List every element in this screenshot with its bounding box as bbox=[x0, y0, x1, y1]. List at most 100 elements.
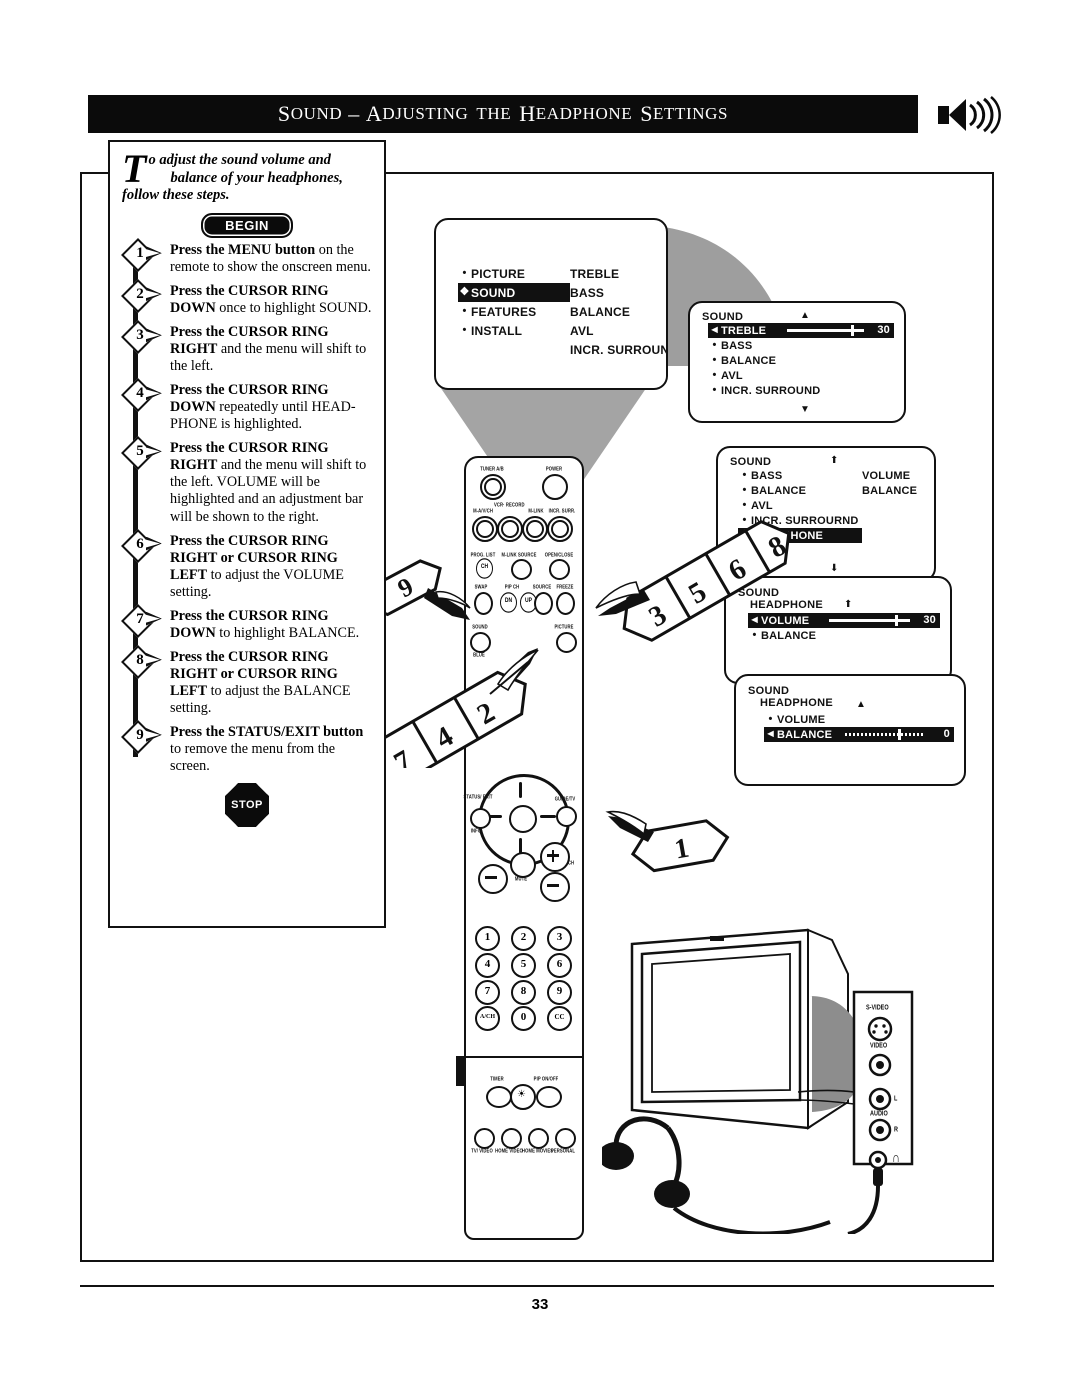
screen2-scroll-down-icon: ▼ bbox=[800, 404, 810, 415]
source-button[interactable] bbox=[534, 592, 553, 615]
label-mute: MUTE bbox=[514, 875, 528, 882]
step-number-badge-7: 7 bbox=[118, 603, 164, 638]
mode-button-1[interactable] bbox=[501, 1128, 522, 1149]
bar-knob[interactable] bbox=[850, 325, 854, 336]
illustration-area: • PICTURE ❖ SOUND • FEATURES • INSTALL TREBLE BA… bbox=[365, 176, 992, 1256]
pip-on-off-button[interactable] bbox=[536, 1086, 562, 1108]
menu-item-bass[interactable]: • BASS bbox=[708, 338, 894, 353]
intro-line-2: balance of your headphones, bbox=[170, 169, 343, 186]
submenu-label-treble: TREBLE bbox=[570, 266, 620, 281]
step-number-badge-9: 9 bbox=[118, 719, 164, 754]
screen3-scroll-up-icon: ⬆ bbox=[830, 455, 839, 466]
key-4[interactable]: 4 bbox=[475, 953, 500, 978]
key-6[interactable]: 6 bbox=[547, 953, 572, 978]
volume-down-button[interactable] bbox=[478, 864, 508, 894]
headphone-jack-icon: ∩ bbox=[892, 1150, 900, 1166]
cursor-ring-right[interactable] bbox=[540, 815, 556, 818]
title-word-adjusting: A bbox=[365, 101, 383, 126]
menu-item-volume[interactable]: • VOLUME bbox=[764, 712, 954, 727]
mute-button[interactable] bbox=[510, 852, 536, 878]
key-5[interactable]: 5 bbox=[511, 953, 536, 978]
adjustment-bar[interactable]: 30 bbox=[787, 324, 890, 336]
mode-button-label-3: PERSONAL bbox=[550, 1147, 576, 1154]
key-2[interactable]: 2 bbox=[511, 926, 536, 951]
mode-button-0[interactable] bbox=[474, 1128, 495, 1149]
begin-badge: BEGIN bbox=[201, 213, 293, 239]
step-8: 8 Press the CURSOR RING RIGHT or CURSOR R… bbox=[118, 644, 374, 717]
key-9[interactable]: 9 bbox=[547, 980, 572, 1005]
menu-item-sound[interactable]: ❖ SOUND bbox=[458, 283, 570, 302]
menu-item-balance[interactable]: ◄ BALANCE 0 bbox=[764, 727, 954, 742]
guide-tv-button[interactable] bbox=[556, 806, 577, 827]
tuner-ab-inner bbox=[484, 478, 502, 496]
channel-up-button[interactable] bbox=[540, 842, 570, 872]
menu-item-picture[interactable]: • PICTURE bbox=[458, 264, 570, 283]
label-audio-r: R bbox=[894, 1126, 898, 1134]
key-0[interactable]: 0 bbox=[511, 1006, 536, 1031]
mode-button-3[interactable] bbox=[555, 1128, 576, 1149]
a-ch-button[interactable]: A/CH bbox=[475, 1006, 500, 1031]
main-menu-left-column: • PICTURE ❖ SOUND • FEATURES • INSTALL bbox=[458, 264, 570, 359]
step-6: 6 Press the CURSOR RING RIGHT or CURSOR R… bbox=[118, 528, 374, 601]
page-number: 33 bbox=[531, 1296, 549, 1313]
step-1: 1 Press the MENU button on the remote to … bbox=[118, 238, 374, 276]
key-8[interactable]: 8 bbox=[511, 980, 536, 1005]
menu-button[interactable] bbox=[456, 1056, 465, 1086]
step-2: 2 Press the CURSOR RING DOWN once to high… bbox=[118, 279, 374, 317]
menu-item-label: SOUND bbox=[471, 285, 516, 300]
label-power: POWER bbox=[545, 465, 563, 472]
label-guide-tv: GUIDE/TV bbox=[554, 795, 576, 802]
screen2-header: SOUND bbox=[702, 311, 744, 323]
menu-item-install[interactable]: • INSTALL bbox=[458, 321, 570, 340]
step-text-2: Press the CURSOR RING DOWN once to highl… bbox=[170, 283, 372, 317]
step-number-badge-1: 1 bbox=[118, 238, 164, 273]
menu-item-treble[interactable]: ◄ TREBLE 30 bbox=[708, 323, 894, 338]
instructions-panel: T o adjust the sound volume and balance … bbox=[108, 140, 386, 928]
cursor-ring-up[interactable] bbox=[519, 782, 522, 798]
adjustment-bar[interactable]: 30 bbox=[829, 614, 936, 626]
status-exit-button[interactable] bbox=[470, 808, 491, 829]
menu-item-features[interactable]: • FEATURES bbox=[458, 302, 570, 321]
step-number-badge-5: 5 bbox=[118, 436, 164, 471]
intro-line-3: follow these steps. bbox=[122, 187, 230, 204]
key-1[interactable]: 1 bbox=[475, 926, 500, 951]
speaker-sound-icon bbox=[938, 96, 1001, 134]
step-text-9: Press the STATUS/EXIT button to remove t… bbox=[170, 723, 364, 774]
label-tuner-ab: TUNER A/B bbox=[480, 465, 504, 472]
cursor-ring-center-ok[interactable] bbox=[509, 805, 537, 833]
tv-screen-sound-menu: SOUND ▲ ◄ TREBLE 30 • BASS • BALANCE • AVL • INCR.… bbox=[688, 301, 906, 423]
adjustment-bar[interactable]: 0 bbox=[845, 728, 950, 740]
menu-item-balance[interactable]: • BALANCE bbox=[738, 483, 862, 498]
bar-track bbox=[845, 733, 924, 736]
title-word-settings: S bbox=[640, 101, 654, 126]
channel-down-button[interactable] bbox=[540, 872, 570, 902]
bar-knob[interactable] bbox=[897, 729, 901, 740]
key-3[interactable]: 3 bbox=[547, 926, 572, 951]
menu-item-avl[interactable]: • AVL bbox=[738, 498, 862, 513]
menu-item-bass[interactable]: • BASS bbox=[738, 468, 862, 483]
screen3-header: SOUND bbox=[730, 456, 772, 468]
timer-button[interactable] bbox=[486, 1086, 512, 1108]
mode-button-2[interactable] bbox=[528, 1128, 549, 1149]
bar-knob[interactable] bbox=[895, 615, 899, 626]
cc-button[interactable]: CC bbox=[547, 1006, 572, 1031]
step-number-badge-2: 2 bbox=[118, 279, 164, 314]
key-7[interactable]: 7 bbox=[475, 980, 500, 1005]
menu-item-label: BALANCE bbox=[777, 728, 833, 741]
channel-plus-icon-v bbox=[551, 849, 554, 862]
menu-item-label: AVL bbox=[721, 369, 743, 382]
step-text-6: Press the CURSOR RING RIGHT or CURSOR RI… bbox=[170, 532, 344, 600]
menu-item-balance[interactable]: • BALANCE bbox=[708, 353, 894, 368]
bullet-icon: • bbox=[712, 354, 717, 366]
screen2-scroll-up-icon: ▲ bbox=[800, 310, 810, 321]
label-m-av-ch: M-A/V/CH bbox=[473, 507, 493, 514]
intro-paragraph: T o adjust the sound volume and balance … bbox=[110, 142, 384, 205]
step-number-badge-6: 6 bbox=[118, 528, 164, 563]
screen4-scroll-up-icon: ⬆ bbox=[844, 599, 853, 610]
step-4: 4 Press the CURSOR RING DOWN repeatedly u… bbox=[118, 378, 374, 433]
step-number-badge-8: 8 bbox=[118, 644, 164, 679]
menu-item-incr-surround[interactable]: • INCR. SURROUND bbox=[708, 383, 894, 398]
power-button[interactable] bbox=[542, 474, 568, 500]
step-text-1: Press the MENU button on the remote to s… bbox=[170, 242, 371, 276]
menu-item-avl[interactable]: • AVL bbox=[708, 368, 894, 383]
